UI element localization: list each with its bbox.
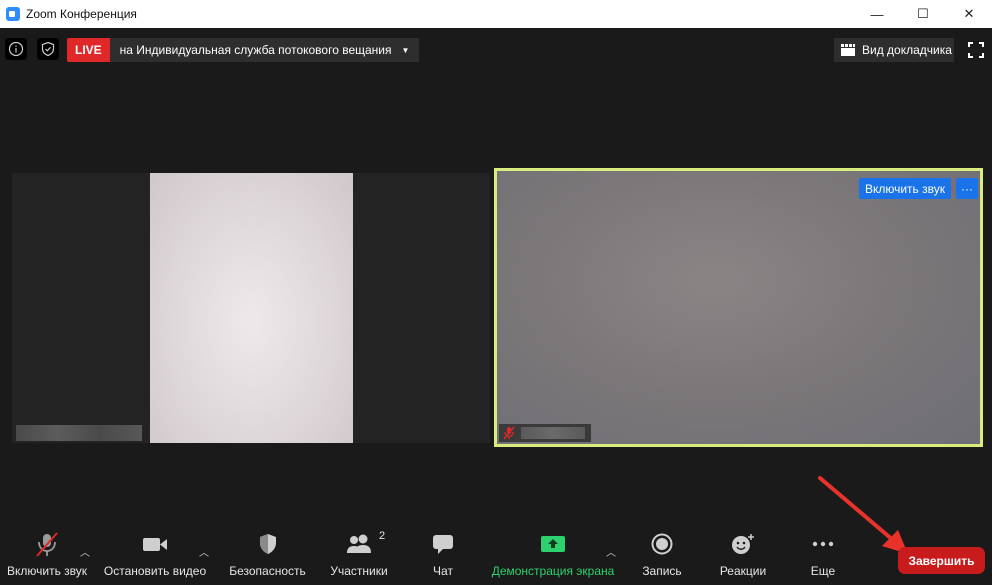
shield-check-icon [41, 41, 55, 57]
window-title: Zoom Конференция [26, 7, 137, 21]
chat-label: Чат [433, 564, 453, 578]
more-button[interactable]: Еще [808, 530, 838, 578]
record-label: Запись [642, 564, 682, 578]
live-destination-dropdown[interactable]: на Индивидуальная служба потокового веща… [109, 38, 420, 62]
window-titlebar: Zoom Конференция — ☐ ✕ [0, 0, 992, 28]
caret-down-icon: ▼ [401, 45, 410, 55]
participants-icon [347, 534, 371, 553]
share-options-caret[interactable]: ︿ [606, 544, 616, 559]
live-stream-indicator[interactable]: LIVE на Индивидуальная служба потокового… [67, 38, 420, 62]
minimize-button[interactable]: — [854, 0, 900, 28]
close-button[interactable]: ✕ [946, 0, 992, 28]
participants-count: 2 [379, 530, 386, 542]
participants-label: Участники [330, 564, 388, 578]
record-icon [651, 533, 673, 555]
speaker-view-icon [841, 44, 855, 56]
reactions-button[interactable]: Реакции [719, 530, 767, 578]
video-camera-icon [143, 538, 167, 551]
maximize-button[interactable]: ☐ [900, 0, 946, 28]
record-button[interactable]: Запись [641, 530, 683, 578]
participants-button[interactable]: 2 Участники [329, 530, 389, 578]
info-icon [8, 41, 24, 57]
fullscreen-icon [968, 42, 984, 58]
stop-video-button[interactable]: Остановить видео [104, 530, 206, 578]
security-button[interactable]: Безопасность [229, 530, 306, 578]
more-dots-icon [812, 541, 834, 547]
muted-mic-icon [503, 426, 515, 440]
share-screen-icon [541, 536, 565, 552]
end-meeting-button[interactable]: Завершить [898, 547, 985, 574]
security-label: Безопасность [229, 564, 306, 578]
participant-name-bar [499, 424, 591, 442]
tile-more-button[interactable]: ··· [956, 178, 978, 199]
unmute-label: Включить звук [6, 564, 88, 578]
participant-name-redacted [521, 427, 585, 439]
live-destination-label: на Индивидуальная служба потокового веща… [119, 43, 392, 57]
meeting-toolbar: Включить звук ︿ Остановить видео ︿ Безоп… [0, 530, 992, 585]
participant-tile-right[interactable]: Включить звук ··· [494, 168, 983, 447]
ask-unmute-button[interactable]: Включить звук [858, 178, 951, 199]
participant-video-left [150, 173, 353, 443]
zoom-app-icon [6, 7, 20, 21]
meeting-info-button[interactable] [5, 38, 27, 60]
reaction-smiley-icon [732, 534, 754, 554]
reactions-label: Реакции [719, 564, 767, 578]
participant-name-redacted [16, 425, 142, 441]
encryption-button[interactable] [37, 38, 59, 60]
speaker-view-button[interactable]: Вид докладчика [834, 38, 954, 62]
share-screen-label: Демонстрация экрана [491, 564, 615, 578]
muted-mic-icon [36, 532, 58, 557]
audio-options-caret[interactable]: ︿ [80, 544, 90, 559]
chat-bubble-icon [433, 535, 453, 554]
video-options-caret[interactable]: ︿ [199, 544, 209, 559]
fullscreen-button[interactable] [966, 40, 986, 60]
chat-button[interactable]: Чат [426, 530, 460, 578]
speaker-view-label: Вид докладчика [862, 43, 952, 57]
share-screen-button[interactable]: Демонстрация экрана [491, 530, 615, 578]
security-shield-icon [259, 534, 276, 554]
participant-tile-left[interactable] [12, 173, 490, 443]
stop-video-label: Остановить видео [103, 564, 207, 578]
more-label: Еще [810, 564, 836, 578]
unmute-button[interactable]: Включить звук [5, 530, 89, 578]
window-controls: — ☐ ✕ [854, 0, 992, 28]
live-badge: LIVE [67, 38, 110, 62]
